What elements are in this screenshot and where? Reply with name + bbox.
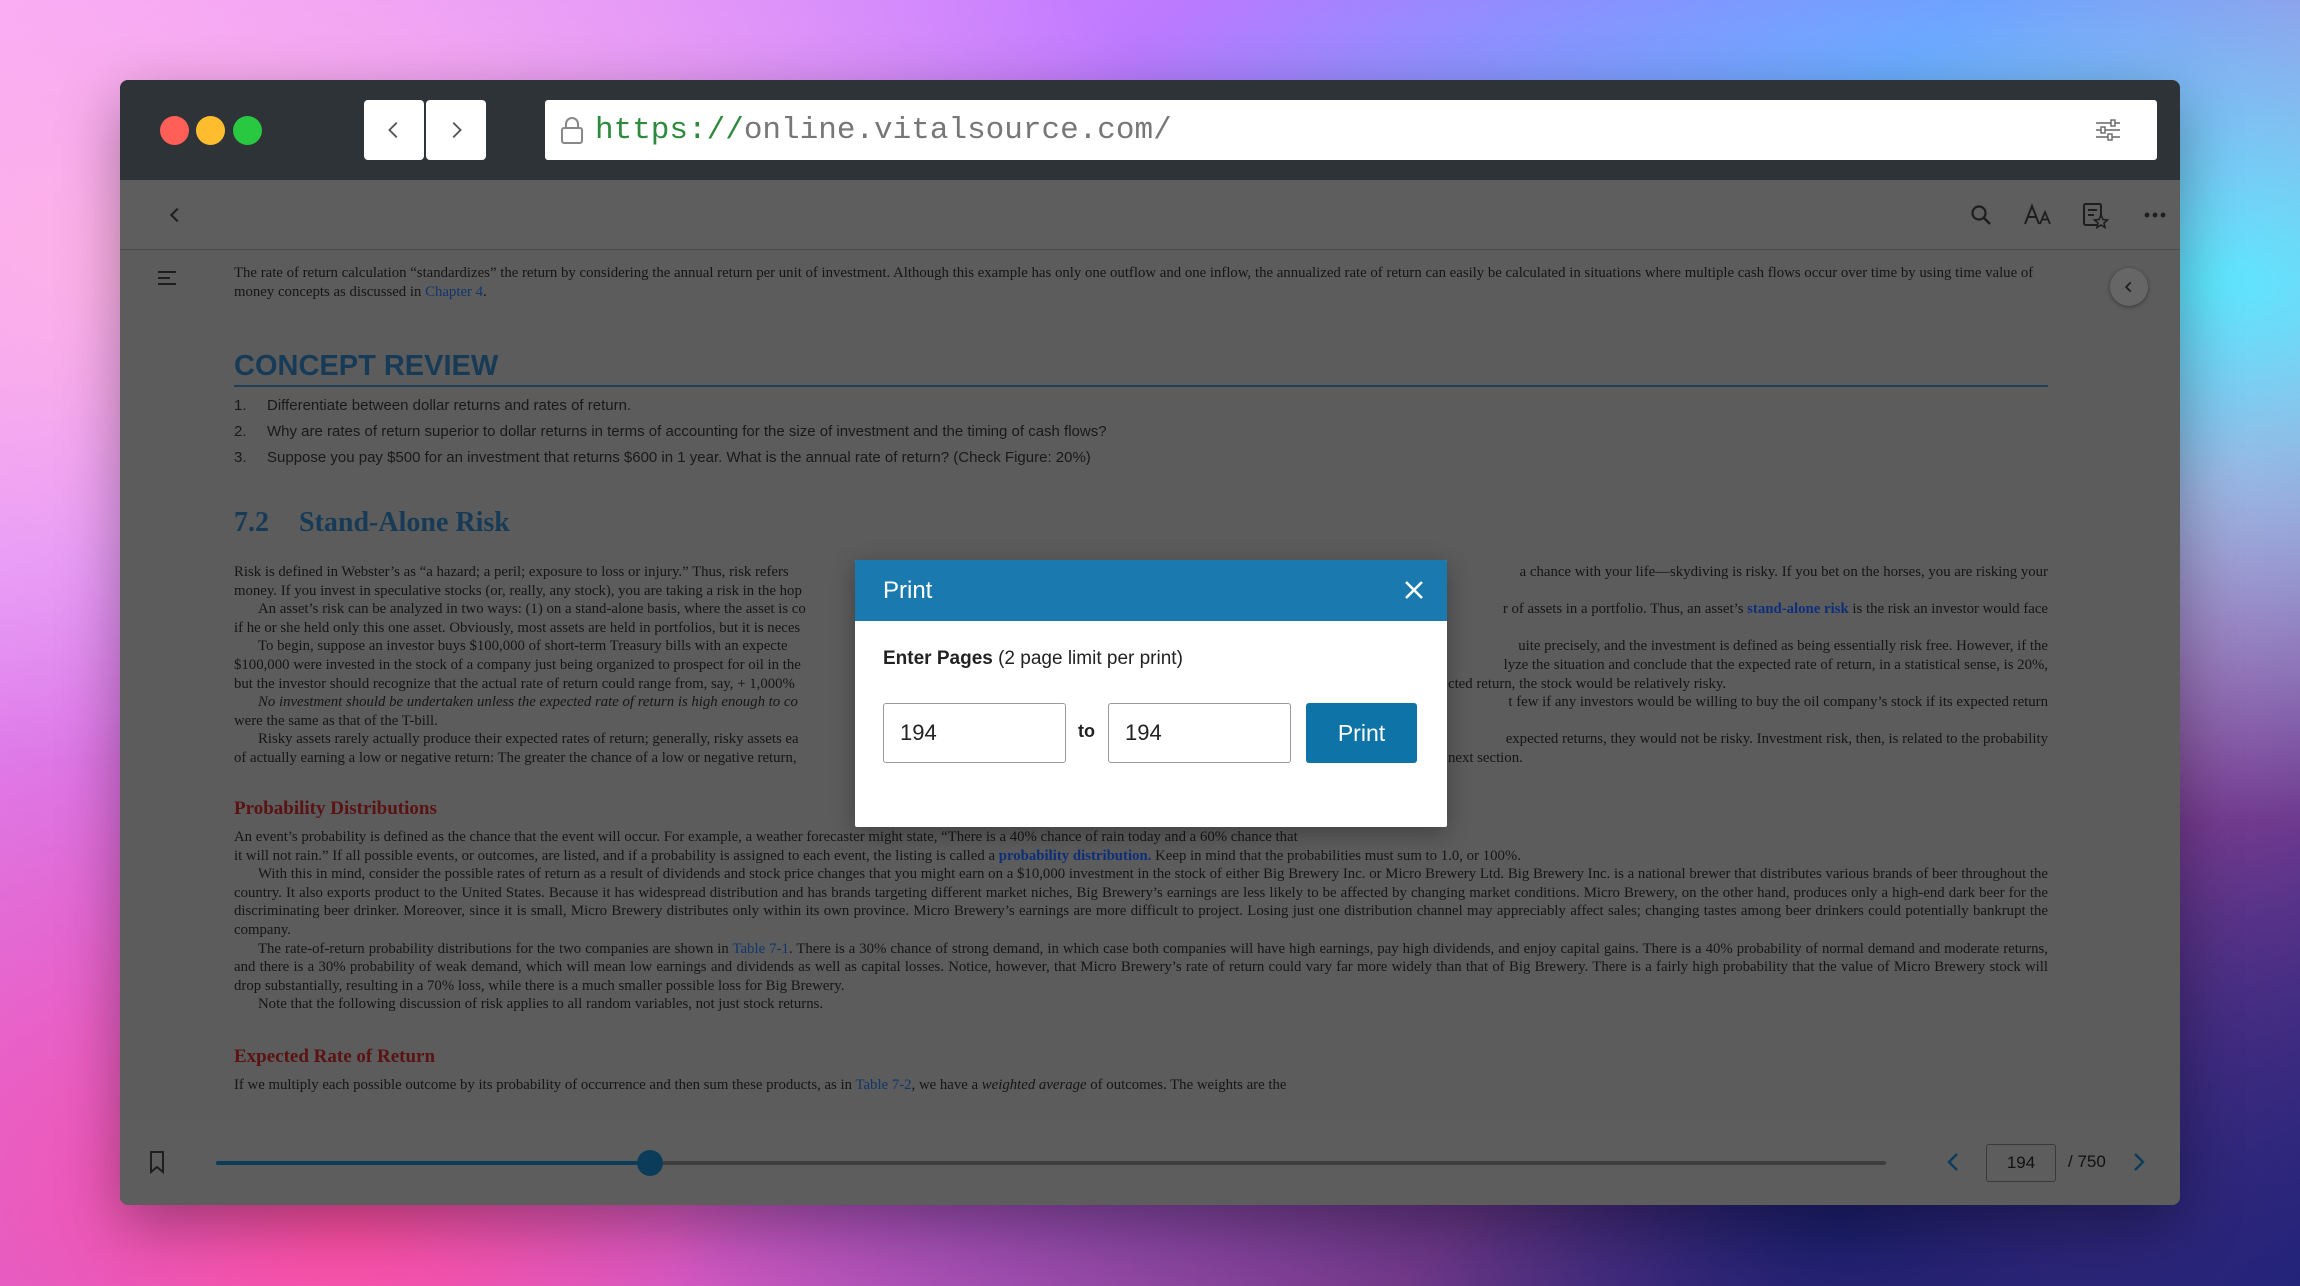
url-host: online.vitalsource.com/ — [743, 112, 1172, 148]
concept-review-title: CONCEPT REVIEW — [234, 350, 2048, 387]
table-of-contents-button[interactable] — [156, 268, 180, 292]
reader-back-button[interactable] — [156, 196, 194, 234]
bookmark-button[interactable] — [148, 1150, 166, 1179]
font-size-button[interactable] — [2019, 196, 2057, 234]
print-button[interactable]: Print — [1306, 703, 1417, 763]
close-window-button[interactable] — [160, 116, 189, 145]
chevron-right-icon — [452, 122, 462, 138]
print-dialog: Print Enter Pages (2 page limit per prin… — [855, 560, 1447, 827]
chevron-right-icon — [2134, 1153, 2145, 1171]
browser-chrome: https://online.vitalsource.com/ — [120, 80, 2180, 180]
search-icon — [1971, 205, 1991, 225]
close-icon — [1405, 581, 1423, 599]
intro-paragraph: The rate of return calculation “standard… — [234, 265, 2034, 300]
browser-back-button[interactable] — [364, 100, 424, 160]
table-7-2-link[interactable]: Table 7-2 — [855, 1077, 911, 1093]
more-options-button[interactable] — [2136, 196, 2174, 234]
back-icon — [169, 207, 179, 223]
probability-distribution-link[interactable]: probability distribution. — [999, 848, 1152, 864]
section-title: Stand-Alone Risk — [299, 507, 510, 538]
browser-forward-button[interactable] — [426, 100, 486, 160]
maximize-window-button[interactable] — [233, 116, 262, 145]
stand-alone-risk-link[interactable]: stand-alone risk — [1747, 601, 1849, 617]
reader-footer: 194 / 750 — [120, 1120, 2180, 1205]
menu-icon — [158, 271, 176, 285]
list-item: 2. Why are rates of return superior to do… — [234, 423, 1107, 440]
table-7-1-link[interactable]: Table 7-1 — [732, 941, 788, 957]
section-heading: 7.2 Stand-Alone Risk — [234, 507, 510, 539]
expected-return-heading: Expected Rate of Return — [234, 1046, 436, 1067]
print-from-page-input[interactable] — [883, 703, 1066, 763]
probability-text: An event’s probability is defined as the… — [234, 829, 2048, 1013]
url-scheme: https:// — [595, 112, 744, 148]
close-dialog-button[interactable] — [1399, 575, 1429, 605]
risk-text-left: Risk is defined in Webster’s as “a hazar… — [234, 564, 806, 766]
progress-fill — [216, 1161, 651, 1165]
bookmarks-list-icon — [2083, 203, 2109, 229]
list-item: 3. Suppose you pay $500 for an investment… — [234, 449, 1091, 466]
address-bar[interactable]: https://online.vitalsource.com/ — [545, 100, 2157, 160]
chevron-left-icon — [388, 122, 398, 138]
previous-page-button[interactable] — [1944, 1150, 1962, 1179]
browser-settings-button[interactable] — [2078, 100, 2138, 160]
bookmarks-list-button[interactable] — [2076, 196, 2114, 234]
print-dialog-title: Print — [883, 576, 933, 604]
minimize-window-button[interactable] — [196, 116, 225, 145]
list-item: 1. Differentiate between dollar returns a… — [234, 397, 632, 414]
enter-pages-label: Enter Pages (2 page limit per print) — [883, 648, 1183, 669]
more-icon — [2144, 212, 2166, 218]
to-label: to — [1078, 721, 1095, 741]
risk-text-right: a chance with your life—skydiving is ris… — [1448, 564, 2048, 766]
reader-toolbar — [120, 180, 2180, 250]
page-number-input[interactable]: 194 — [1986, 1144, 2056, 1182]
slider-handle[interactable] — [637, 1150, 664, 1176]
chevron-left-icon — [2124, 281, 2132, 293]
expected-return-text: If we multiply each possible outcome by … — [234, 1077, 1287, 1093]
next-page-button[interactable] — [2130, 1150, 2148, 1179]
bookmark-icon — [150, 1151, 164, 1175]
collapse-panel-button[interactable] — [2110, 268, 2148, 306]
font-size-icon — [2024, 203, 2051, 225]
probability-distributions-heading: Probability Distributions — [234, 798, 437, 819]
print-dialog-header: Print — [855, 560, 1447, 621]
page-progress-slider[interactable] — [216, 1150, 1886, 1176]
chapter-4-link[interactable]: Chapter 4 — [425, 284, 483, 300]
concept-review-list: 1. Differentiate between dollar returns a… — [234, 393, 2048, 471]
search-button[interactable] — [1962, 196, 2000, 234]
chevron-left-icon — [1947, 1153, 1958, 1171]
print-to-page-input[interactable] — [1108, 703, 1291, 763]
lock-icon — [561, 117, 583, 144]
section-number: 7.2 — [234, 507, 269, 538]
sliders-icon — [2096, 119, 2120, 141]
total-pages: / 750 — [2068, 1152, 2106, 1171]
